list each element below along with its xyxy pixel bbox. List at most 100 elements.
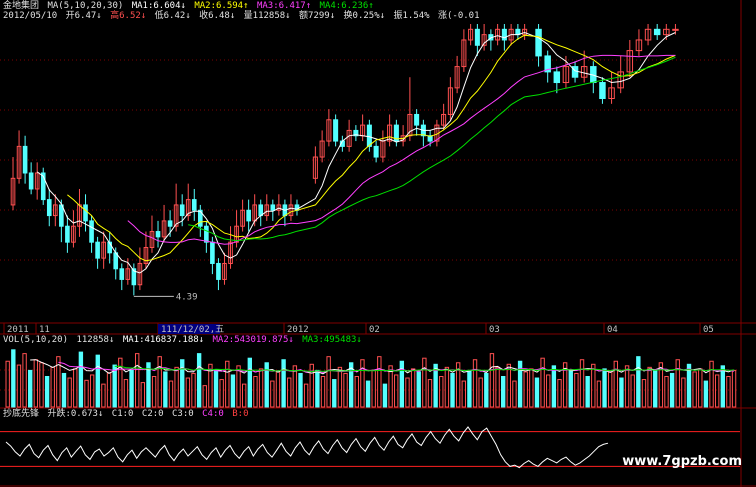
x-tick-label: 05 [703, 325, 714, 335]
volume-bar [664, 376, 669, 408]
x-tick-label: 02 [369, 325, 380, 335]
volume-bars [5, 349, 737, 408]
volume-bar [253, 376, 258, 408]
volume-bar [365, 380, 371, 408]
volume-bar [478, 377, 483, 408]
price-header-line2: 2012/05/10 开6.47↓ 高6.52↓ 低6.42↓ 收6.48↓ 量… [3, 11, 483, 21]
volume-bar [95, 354, 100, 408]
volume-bar [529, 368, 534, 408]
volume-bar [303, 383, 309, 408]
volume-bar [5, 360, 10, 408]
volume-bar [174, 366, 179, 408]
candle-body [501, 28, 507, 41]
volume-bar [624, 365, 630, 408]
volume-bar [546, 374, 551, 408]
low-value: 低6.42↓ [154, 11, 191, 21]
candle-body [155, 231, 161, 238]
volume-bar [326, 356, 331, 408]
candle-body [366, 124, 372, 147]
x-tick-label: 11 [39, 325, 50, 335]
indicator-c3: C3:0 [172, 409, 194, 419]
vol-value: 112858↓ [76, 335, 115, 345]
volume-bar [377, 356, 382, 408]
vol-label: VOL(5,10,20) [3, 335, 69, 345]
candle-body [28, 172, 34, 190]
indicator-c2: C2:0 [141, 409, 164, 419]
volume-bar [247, 357, 253, 408]
volume-bar [394, 374, 399, 408]
candle-body [535, 28, 542, 57]
volume-bar [489, 353, 495, 408]
volume-bar [647, 366, 652, 408]
volume-bar [607, 371, 613, 408]
volume-bar [630, 374, 635, 408]
volume-bar [551, 365, 557, 408]
volume-bar [495, 366, 500, 408]
volume-bar [50, 366, 55, 408]
indicator-c4: C4:0 [202, 409, 224, 419]
volume-bar [669, 372, 675, 408]
volume-bar [123, 379, 129, 408]
volume-bar [241, 383, 247, 408]
volume-bar [467, 369, 472, 408]
vol-ma1: MA1:416837.188↓ [122, 335, 205, 345]
volume-bar [39, 362, 44, 408]
volume-value: 量112858↓ [243, 11, 291, 21]
volume-bar [619, 377, 624, 408]
volume-bar [275, 371, 281, 408]
volume-bar [675, 359, 680, 408]
volume-bar [202, 385, 207, 408]
volume-bar [118, 357, 123, 408]
volume-bar [258, 368, 264, 408]
volume-bar [84, 379, 89, 408]
vol-ma2: MA2:543019.875↓ [212, 335, 294, 345]
volume-bar [523, 371, 528, 408]
volume-bar [382, 383, 388, 408]
ma1-value: MA1:6.604↓ [131, 1, 186, 11]
ma-label: MA(5,10,20,30) [47, 1, 124, 11]
price-header-line1: 金地集团 MA(5,10,20,30) MA1:6.604↓ MA2:6.594… [3, 1, 377, 11]
indicator-c1: C1:0 [111, 409, 134, 419]
turnover-value: 换0.25%↓ [343, 11, 386, 21]
candle-body [246, 209, 251, 222]
volume-bar [439, 376, 444, 408]
candle-body [22, 145, 28, 174]
indicator-polyline [5, 426, 609, 469]
volume-bar [461, 380, 466, 408]
volume-bar [281, 359, 286, 408]
volume-bar [44, 376, 50, 408]
volume-bar [472, 359, 478, 408]
volume-bar [591, 363, 596, 408]
x-tick-label: 111/12/02,五 [161, 325, 224, 335]
volume-bar [709, 360, 714, 408]
volume-bar [106, 372, 112, 408]
indicator-updown: 升跌:0.673↓ [47, 409, 104, 419]
volume-bar [11, 349, 16, 408]
volume-bar [557, 379, 562, 408]
candle-body [270, 204, 276, 211]
volume-bar [416, 371, 421, 408]
volume-bar [613, 360, 619, 408]
x-axis-ticks: 2011 11 111/12/02,五 2012 02 03 04 05 [3, 323, 714, 335]
candle-body [414, 113, 420, 126]
volume-bar [73, 368, 78, 408]
volume-bar [540, 357, 545, 408]
volume-bar [168, 380, 174, 408]
volume-bar [332, 379, 337, 408]
volume-bar [337, 366, 343, 408]
volume-bar [726, 376, 731, 408]
ma3-value: MA3:6.417↑ [256, 1, 312, 11]
amplitude-value: 振1.54% [393, 11, 430, 21]
x-tick-label: 03 [489, 325, 500, 335]
candle-body [167, 220, 173, 227]
ma-line-5 [36, 31, 676, 274]
volume-bar [354, 376, 359, 408]
volume-bar [320, 376, 326, 408]
ma4-value: MA4:6.236↑ [319, 1, 374, 11]
volume-header: VOL(5,10,20) 112858↓ MA1:416837.188↓ MA2… [3, 335, 365, 345]
volume-bar [641, 379, 647, 408]
candle-body [216, 262, 221, 280]
candle-body [191, 199, 197, 211]
volume-bar [185, 377, 191, 408]
vol-ma3: MA3:495483↓ [302, 335, 362, 345]
